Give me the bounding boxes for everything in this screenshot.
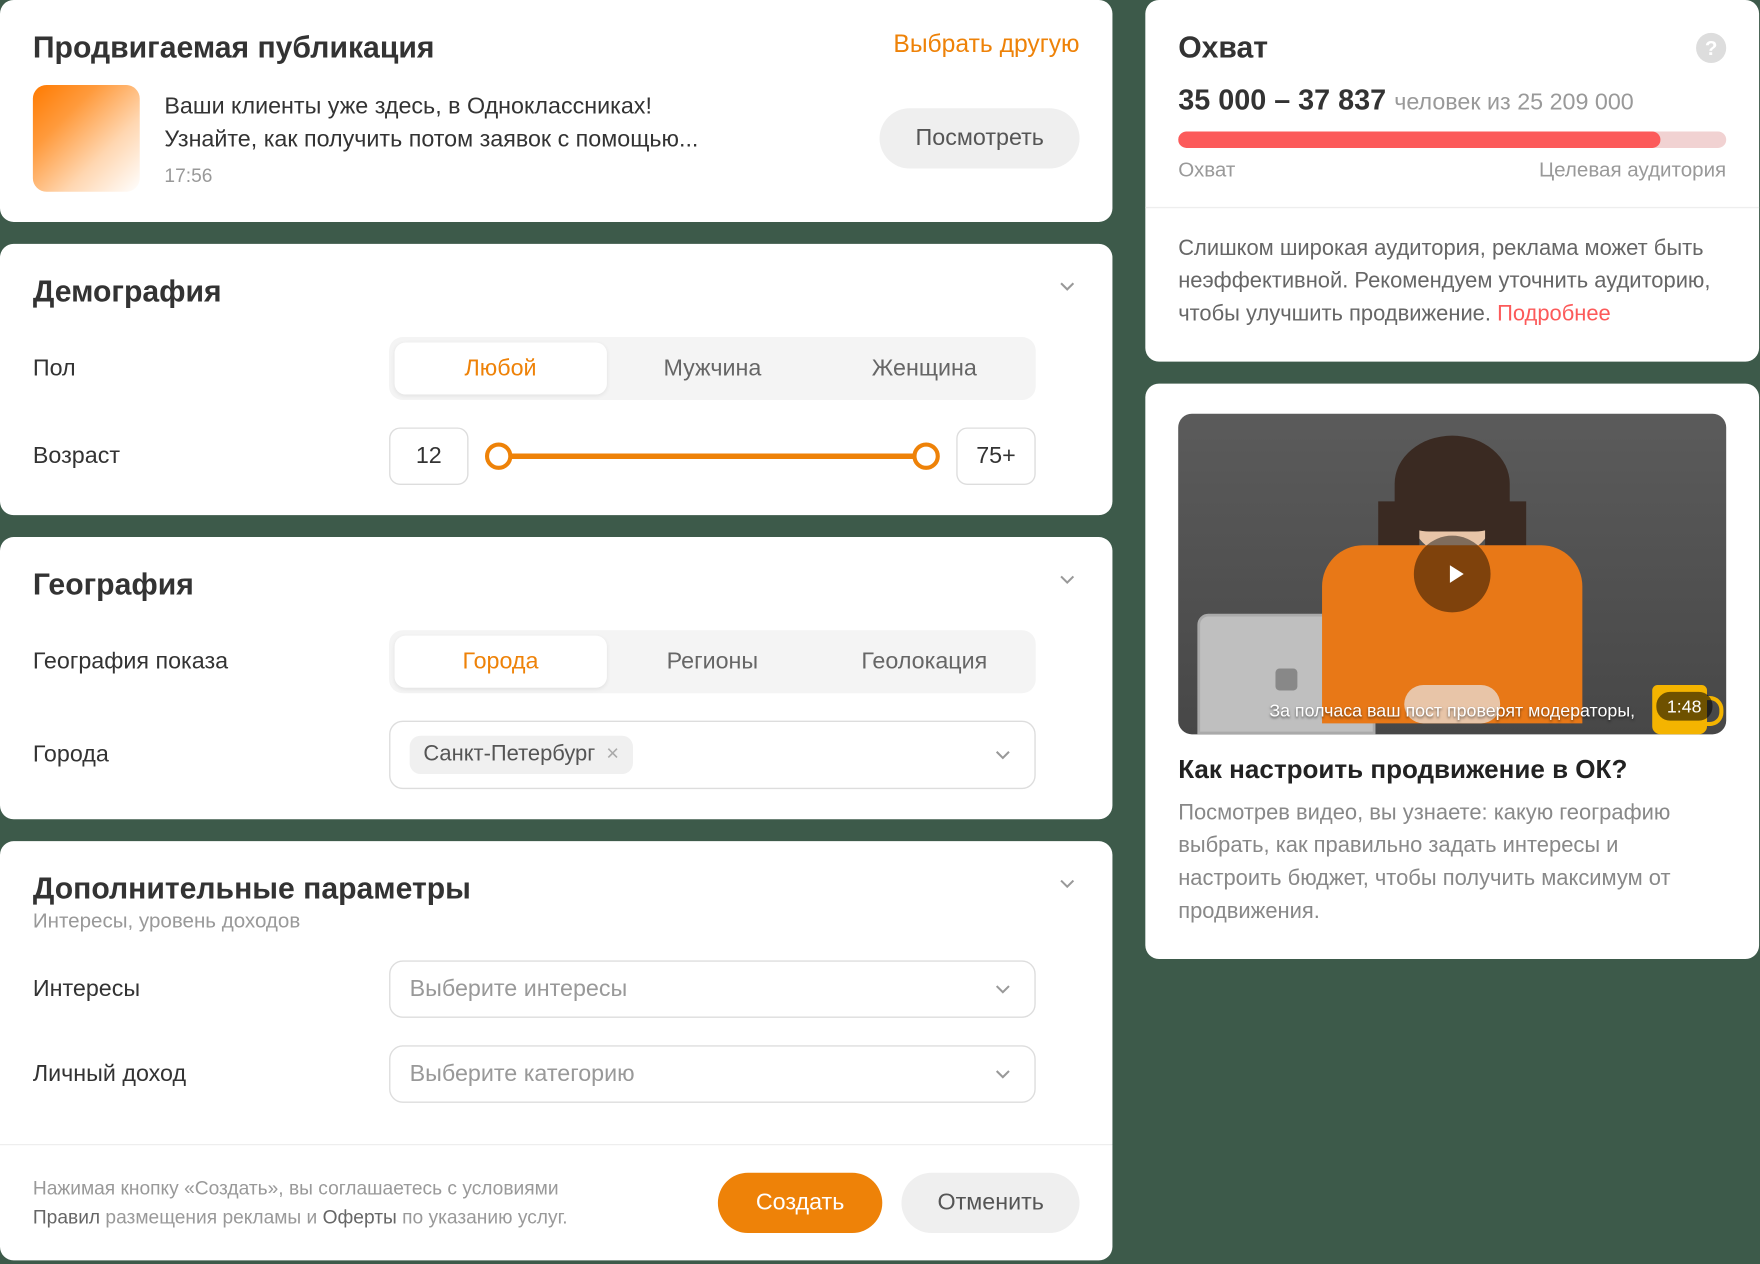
city-chip: Санкт-Петербург × (410, 736, 633, 774)
reach-title: Охват (1178, 30, 1268, 66)
collapse-icon[interactable] (1055, 274, 1080, 299)
demographics-card: Демография Пол Любой Мужчина Женщина Воз… (0, 244, 1112, 515)
help-icon[interactable]: ? (1696, 33, 1726, 63)
gender-male[interactable]: Мужчина (606, 343, 818, 395)
age-label: Возраст (33, 443, 389, 470)
video-card: 1:48 За полчаса ваш пост проверят модера… (1145, 384, 1759, 959)
gender-any[interactable]: Любой (395, 343, 607, 395)
geo-segmented: Города Регионы Геолокация (389, 630, 1036, 693)
chevron-down-icon (991, 977, 1016, 1002)
city-chip-label: Санкт-Петербург (423, 743, 595, 768)
geography-card: География География показа Города Регион… (0, 537, 1112, 819)
publication-text-1: Ваши клиенты уже здесь, в Одноклассниках… (164, 91, 855, 124)
geo-type-label: География показа (33, 648, 389, 675)
video-preview[interactable]: 1:48 За полчаса ваш пост проверят модера… (1178, 414, 1726, 735)
age-slider-min-handle[interactable] (485, 443, 512, 470)
params-title: Дополнительные параметры (33, 871, 471, 907)
age-slider[interactable] (488, 443, 937, 470)
offer-link[interactable]: Оферты (323, 1206, 397, 1228)
reach-range: 35 000 – 37 837 (1178, 85, 1386, 117)
geo-cities[interactable]: Города (395, 636, 607, 688)
age-max-input[interactable]: 75+ (956, 427, 1035, 485)
collapse-icon[interactable] (1055, 871, 1080, 896)
footer-bar: Нажимая кнопку «Создать», вы соглашаетес… (0, 1144, 1112, 1260)
rules-link[interactable]: Правил (33, 1206, 100, 1228)
gender-segmented: Любой Мужчина Женщина (389, 337, 1036, 400)
collapse-icon[interactable] (1055, 567, 1080, 592)
geography-title: География (33, 567, 194, 603)
income-label: Личный доход (33, 1060, 389, 1087)
promoted-title: Продвигаемая публикация (33, 30, 435, 66)
reach-card: Охват ? 35 000 – 37 837 человек из 25 20… (1145, 0, 1759, 362)
additional-params-card: Дополнительные параметры Интересы, урове… (0, 841, 1112, 1144)
cities-label: Города (33, 741, 389, 768)
play-icon[interactable] (1414, 536, 1491, 613)
video-description: Посмотрев видео, вы узнаете: какую геогр… (1178, 797, 1726, 929)
demographics-title: Демография (33, 274, 222, 310)
interests-label: Интересы (33, 975, 389, 1002)
geo-geolocation[interactable]: Геолокация (818, 636, 1030, 688)
legal-text: Нажимая кнопку «Создать», вы соглашаетес… (33, 1174, 568, 1232)
interests-select[interactable]: Выберите интересы (389, 960, 1036, 1018)
promoted-publication-card: Продвигаемая публикация Выбрать другую В… (0, 0, 1112, 222)
reach-label-left: Охват (1178, 159, 1235, 182)
chevron-down-icon (991, 1062, 1016, 1087)
age-slider-max-handle[interactable] (912, 443, 939, 470)
cancel-button[interactable]: Отменить (902, 1173, 1080, 1233)
create-button[interactable]: Создать (717, 1173, 882, 1233)
video-caption: За полчаса ваш пост проверят модераторы, (1178, 700, 1726, 721)
cities-select[interactable]: Санкт-Петербург × (389, 721, 1036, 790)
geo-regions[interactable]: Регионы (606, 636, 818, 688)
view-button[interactable]: Посмотреть (880, 108, 1080, 168)
gender-female[interactable]: Женщина (818, 343, 1030, 395)
reach-label-right: Целевая аудитория (1539, 159, 1726, 182)
publication-thumbnail (33, 85, 140, 192)
gender-label: Пол (33, 355, 389, 382)
publication-text-2: Узнайте, как получить потом заявок с пом… (164, 123, 855, 156)
remove-city-icon[interactable]: × (606, 743, 619, 768)
change-publication-link[interactable]: Выбрать другую (893, 30, 1079, 59)
params-subtitle: Интересы, уровень доходов (33, 910, 471, 933)
reach-bar (1178, 132, 1726, 148)
video-title: Как настроить продвижение в ОК? (1178, 756, 1726, 786)
reach-more-link[interactable]: Подробнее (1497, 303, 1611, 326)
reach-people: человек из 25 209 000 (1394, 89, 1634, 115)
income-select[interactable]: Выберите категорию (389, 1045, 1036, 1103)
reach-warning-text: Слишком широкая аудитория, реклама может… (1178, 237, 1710, 326)
interests-placeholder: Выберите интересы (410, 975, 628, 1002)
publication-time: 17:56 (164, 164, 855, 186)
age-min-input[interactable]: 12 (389, 427, 468, 485)
income-placeholder: Выберите категорию (410, 1060, 635, 1087)
chevron-down-icon (991, 743, 1016, 768)
